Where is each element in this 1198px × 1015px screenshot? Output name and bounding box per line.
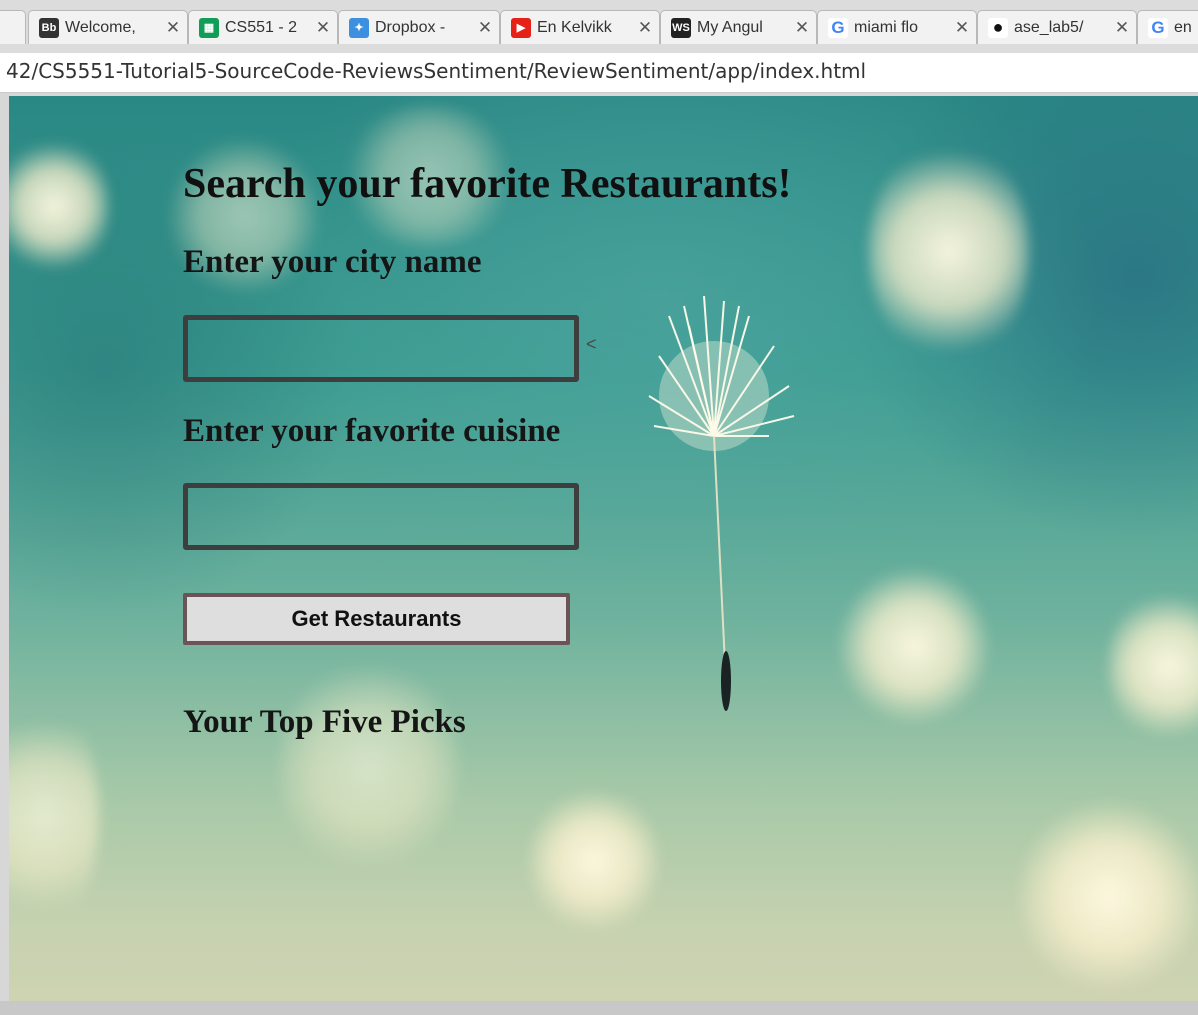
tab-youtube[interactable]: ▶ En Kelvikk ✕	[500, 10, 660, 44]
dandelion-seed-image	[648, 295, 795, 711]
page-title: Search your favorite Restaurants!	[183, 161, 792, 207]
close-icon[interactable]: ✕	[315, 18, 331, 38]
address-bar[interactable]: 42/CS5551-Tutorial5-SourceCode-ReviewsSe…	[0, 53, 1198, 93]
tab-title: en	[1174, 18, 1192, 36]
tab-title: En Kelvikk	[537, 18, 612, 36]
tab-dropbox[interactable]: ✦ Dropbox - ✕	[338, 10, 500, 44]
tab-title: My Angul	[697, 18, 763, 36]
google-icon: G	[1148, 17, 1168, 38]
tab-title: Dropbox -	[375, 18, 446, 36]
close-icon[interactable]: ✕	[477, 18, 493, 38]
youtube-icon: ▶	[511, 17, 531, 38]
bottom-frame-strip	[0, 1001, 1198, 1015]
tab-google-partial[interactable]: G en	[1137, 10, 1198, 44]
close-icon[interactable]: ✕	[794, 18, 810, 38]
tab-title: CS551 - 2	[225, 18, 298, 36]
background-bokeh	[839, 566, 989, 726]
tab-google-search[interactable]: G miami flo ✕	[817, 10, 977, 44]
page-viewport: Search your favorite Restaurants! Enter …	[9, 96, 1198, 1001]
city-label: Enter your city name	[183, 244, 482, 280]
browser-tab-strip: Bb Welcome, ✕ ▦ CS551 - 2 ✕ ✦ Dropbox - …	[0, 0, 1198, 53]
background-bokeh	[279, 656, 459, 876]
top-picks-heading: Your Top Five Picks	[183, 704, 466, 740]
close-icon[interactable]: ✕	[1114, 18, 1130, 38]
tab-github[interactable]: ● ase_lab5/ ✕	[977, 10, 1137, 44]
background-bokeh	[9, 136, 109, 276]
background-bokeh	[1109, 586, 1198, 746]
google-icon: G	[828, 17, 848, 38]
github-icon: ●	[988, 17, 1008, 38]
blackboard-icon: Bb	[39, 17, 59, 38]
background-bokeh	[869, 136, 1029, 366]
tab-sheets[interactable]: ▦ CS551 - 2 ✕	[188, 10, 338, 44]
dropbox-icon: ✦	[349, 17, 369, 38]
tab-blackboard[interactable]: Bb Welcome, ✕	[28, 10, 188, 44]
tab-webstorm[interactable]: WS My Angul ✕	[660, 10, 817, 44]
cuisine-input[interactable]	[183, 483, 579, 550]
close-icon[interactable]: ✕	[637, 18, 653, 38]
tab-title: miami flo	[854, 18, 919, 36]
tab-title: ase_lab5/	[1014, 18, 1084, 36]
webstorm-icon: WS	[671, 17, 691, 38]
stray-text: <	[586, 334, 597, 354]
sheets-icon: ▦	[199, 17, 219, 38]
background-bokeh	[9, 696, 99, 936]
background-bokeh	[1019, 796, 1198, 996]
url-text[interactable]: 42/CS5551-Tutorial5-SourceCode-ReviewsSe…	[6, 59, 866, 83]
tab-title: Welcome,	[65, 18, 136, 36]
close-icon[interactable]: ✕	[165, 18, 181, 38]
close-icon[interactable]: ✕	[954, 18, 970, 38]
tab-partial-left[interactable]	[0, 10, 26, 44]
cuisine-label: Enter your favorite cuisine	[183, 413, 561, 449]
get-restaurants-button[interactable]: Get Restaurants	[183, 593, 570, 645]
city-input[interactable]	[183, 315, 579, 382]
background-bokeh	[529, 786, 659, 936]
